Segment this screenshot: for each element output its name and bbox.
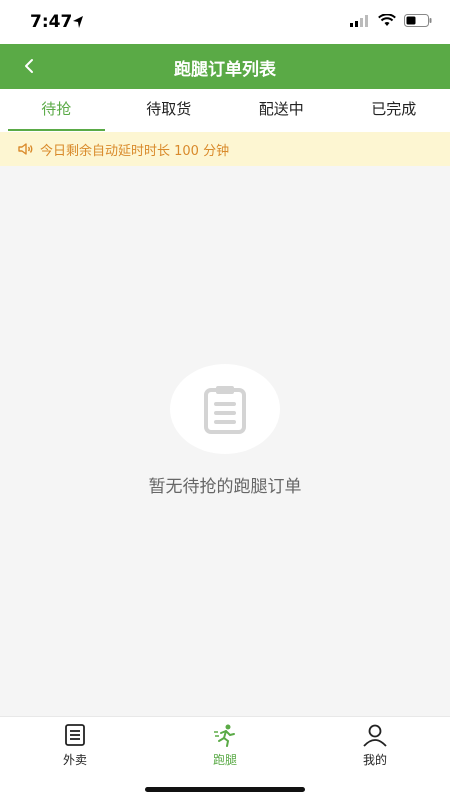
wifi-icon bbox=[378, 14, 396, 26]
tabbar-label: 跑腿 bbox=[212, 753, 237, 767]
tabbar-item-errand[interactable]: 跑腿 bbox=[175, 723, 275, 768]
signal-icon bbox=[350, 14, 368, 27]
tabbar-label: 我的 bbox=[362, 753, 387, 767]
user-icon bbox=[363, 724, 387, 747]
tabbar-item-mine[interactable]: 我的 bbox=[325, 723, 425, 768]
order-status-tabs: 待抢 待取货 配送中 已完成 bbox=[0, 89, 450, 132]
status-bar: 7:47 bbox=[0, 0, 450, 44]
nav-bar: 跑腿订单列表 bbox=[0, 44, 450, 89]
notice-bar: 今日剩余自动延时时长 100 分钟 bbox=[0, 132, 450, 166]
tabbar-label: 外卖 bbox=[62, 753, 87, 767]
speaker-icon bbox=[18, 143, 33, 155]
status-time: 7:47 bbox=[30, 12, 73, 32]
clipboard-icon bbox=[204, 386, 246, 434]
tab-pending-grab[interactable]: 待抢 bbox=[0, 89, 113, 132]
tab-pending-pickup[interactable]: 待取货 bbox=[113, 89, 226, 132]
battery-icon bbox=[404, 14, 432, 27]
notice-text: 今日剩余自动延时时长 100 分钟 bbox=[40, 143, 230, 159]
runner-icon bbox=[214, 724, 235, 747]
page-title: 跑腿订单列表 bbox=[174, 60, 276, 80]
tab-completed[interactable]: 已完成 bbox=[338, 89, 450, 132]
tabbar-item-takeout[interactable]: 外卖 bbox=[25, 723, 125, 768]
list-icon bbox=[65, 724, 85, 746]
empty-state: 暂无待抢的跑腿订单 bbox=[0, 166, 450, 716]
tab-delivering[interactable]: 配送中 bbox=[225, 89, 338, 132]
location-arrow-icon bbox=[73, 16, 83, 28]
status-icons bbox=[350, 14, 432, 27]
empty-state-text: 暂无待抢的跑腿订单 bbox=[148, 477, 302, 497]
empty-illustration bbox=[170, 364, 280, 454]
home-indicator bbox=[145, 787, 305, 792]
